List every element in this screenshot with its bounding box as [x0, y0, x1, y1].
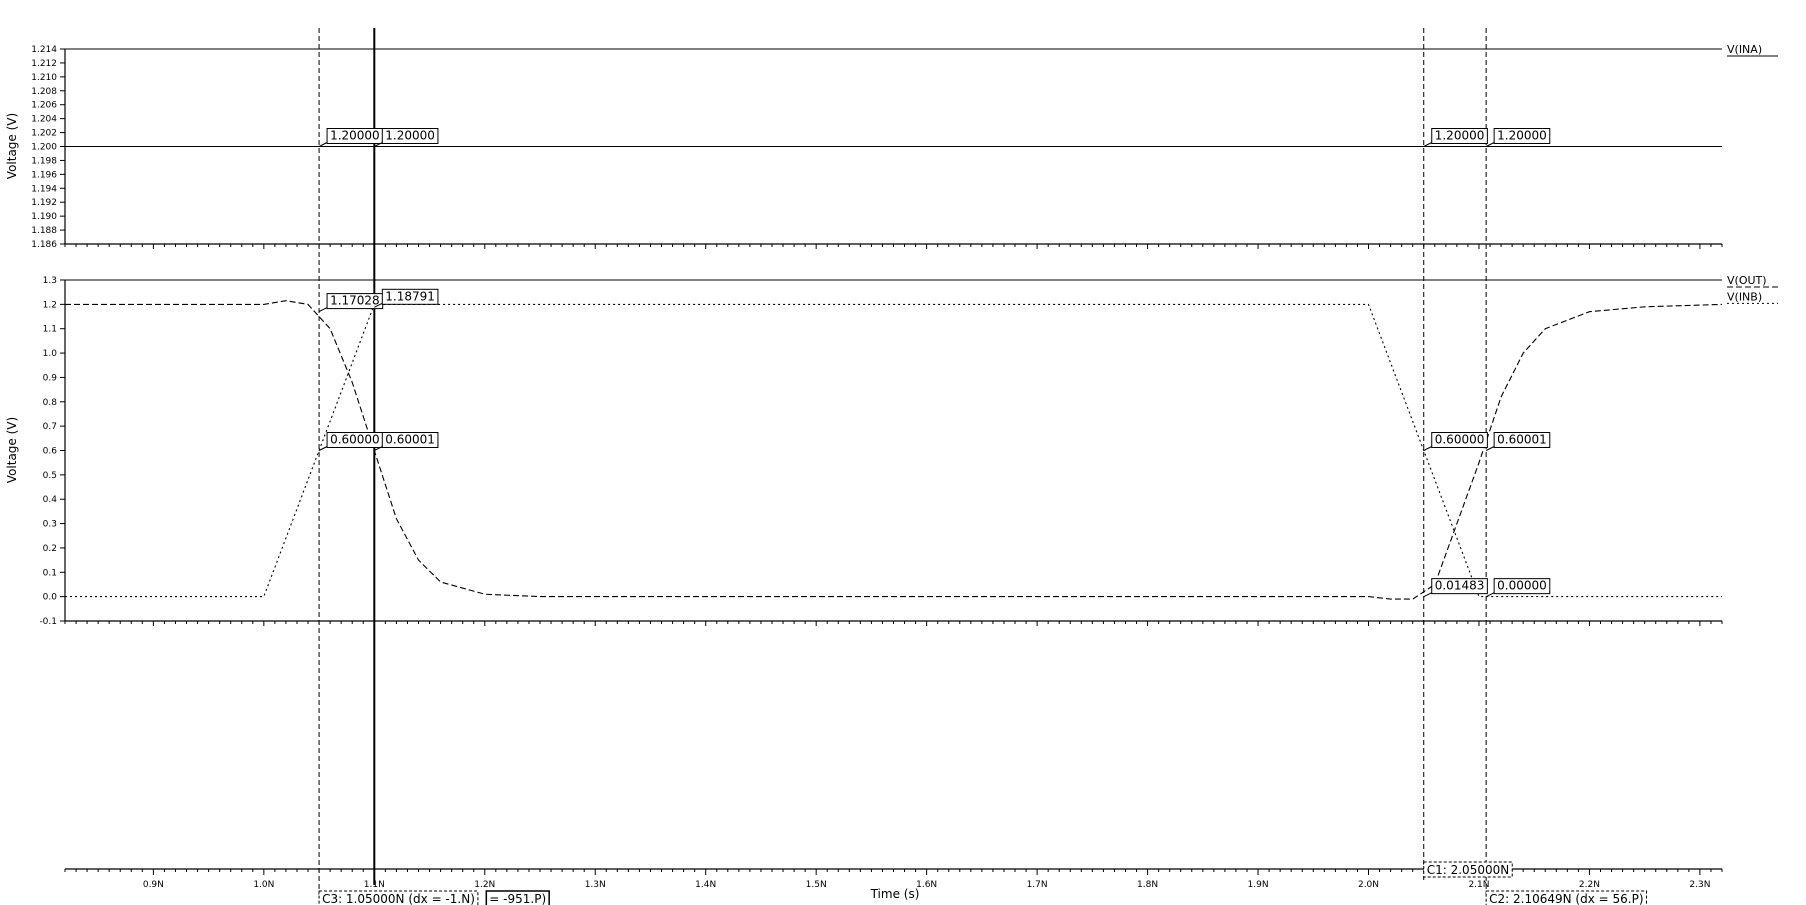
marker-value: 1.20000 — [330, 129, 380, 143]
y-tick-label: 0.8 — [43, 398, 58, 408]
y-tick-label: 1.212 — [31, 59, 57, 69]
marker-value: 0.60000 — [1435, 433, 1485, 447]
marker-leader — [1423, 592, 1432, 598]
legend-label[interactable]: V(INB) — [1727, 290, 1762, 303]
y-tick-label: 1.2 — [43, 300, 57, 310]
y-tick-label: 0.4 — [43, 495, 58, 505]
marker-value: 1.20000 — [1435, 129, 1485, 143]
marker-leader — [318, 142, 328, 147]
marker-leader — [318, 446, 328, 451]
x-tick-label: 2.3N — [1689, 880, 1710, 890]
waveform-viewer: 1.186 1.188 1.190 1.192 1.194 1.196 1.198 1.200… — [5, 28, 1778, 905]
y-tick-label: -0.1 — [39, 617, 57, 627]
cursor-label-c1[interactable]: C1: 2.05000N — [1427, 863, 1509, 877]
x-tick-label: 1.4N — [695, 880, 716, 890]
y-tick-label: 1.198 — [31, 156, 57, 166]
y-tick-label: 1.196 — [31, 170, 57, 180]
marker-value: 0.60001 — [385, 433, 435, 447]
marker-value: 0.60001 — [1497, 433, 1547, 447]
y-tick-label: 1.186 — [31, 240, 57, 250]
y-tick-label: 1.210 — [31, 73, 57, 83]
y-tick-label: 1.204 — [31, 115, 57, 125]
marker-value: 1.20000 — [1497, 129, 1547, 143]
marker-value: 1.17028 — [330, 294, 380, 308]
legend-label[interactable]: V(OUT) — [1727, 274, 1767, 287]
cursor-label-c2[interactable]: C2: 2.10649N (dx = 56.P) — [1489, 892, 1643, 905]
y-tick-label: 1.200 — [31, 143, 57, 153]
y-tick-label: 0.9 — [43, 373, 58, 383]
y-tick-label: 1.192 — [31, 198, 57, 208]
marker-value: 0.01483 — [1435, 579, 1485, 593]
y-tick-label: 1.214 — [31, 45, 57, 55]
marker-value: 1.20000 — [385, 129, 435, 143]
y-tick-label: 1.1 — [43, 325, 57, 335]
y-tick-label: 1.190 — [31, 212, 57, 222]
y-tick-label: 0.5 — [43, 471, 57, 481]
y-tick-label: 1.208 — [31, 87, 57, 97]
x-tick-label: 1.0N — [253, 880, 274, 890]
marker-value: 0.60000 — [330, 433, 380, 447]
y-tick-label: 1.202 — [31, 129, 57, 139]
marker-value: 1.18791 — [385, 289, 435, 303]
y-tick-label: 0.1 — [43, 568, 57, 578]
x-tick-label: 2.0N — [1358, 880, 1379, 890]
series-line-v-inb- — [65, 303, 1722, 598]
y-tick-label: 0.2 — [43, 544, 57, 554]
y-tick-label: 1.188 — [31, 226, 57, 236]
y-tick-label: 1.194 — [31, 184, 57, 194]
y-tick-label: 0.6 — [43, 447, 58, 457]
y-tick-label: 0.0 — [43, 593, 58, 603]
y-tick-label: 1.0 — [43, 349, 58, 359]
marker-leader — [1423, 142, 1432, 147]
y-tick-label: 1.3 — [43, 276, 57, 286]
y-tick-label: 0.7 — [43, 422, 57, 432]
x-tick-label: 0.9N — [143, 880, 164, 890]
x-tick-label: 1.2N — [474, 880, 495, 890]
marker-leader — [318, 307, 328, 313]
cursor-label-c3[interactable]: C3: 1.05000N (dx = -1.N) — [322, 892, 475, 905]
y-axis-title: Voltage (V) — [5, 113, 19, 179]
x-tick-label: 2.2N — [1579, 880, 1600, 890]
x-tick-label: 1.7N — [1027, 880, 1048, 890]
series-line-v-out- — [65, 300, 1723, 600]
x-tick-label: 1.9N — [1248, 880, 1269, 890]
y-tick-label: 0.3 — [43, 520, 57, 530]
x-axis-title: Time (s) — [870, 887, 920, 901]
cursor-label-c4[interactable]: = -951.P) — [489, 892, 546, 905]
y-axis-title: Voltage (V) — [5, 417, 19, 483]
legend-label[interactable]: V(INA) — [1727, 43, 1762, 56]
x-tick-label: 1.3N — [585, 880, 606, 890]
x-tick-label: 1.8N — [1137, 880, 1158, 890]
marker-leader — [1423, 446, 1432, 451]
marker-value: 0.00000 — [1497, 579, 1547, 593]
x-tick-label: 1.5N — [806, 880, 827, 890]
y-tick-label: 1.206 — [31, 101, 57, 111]
